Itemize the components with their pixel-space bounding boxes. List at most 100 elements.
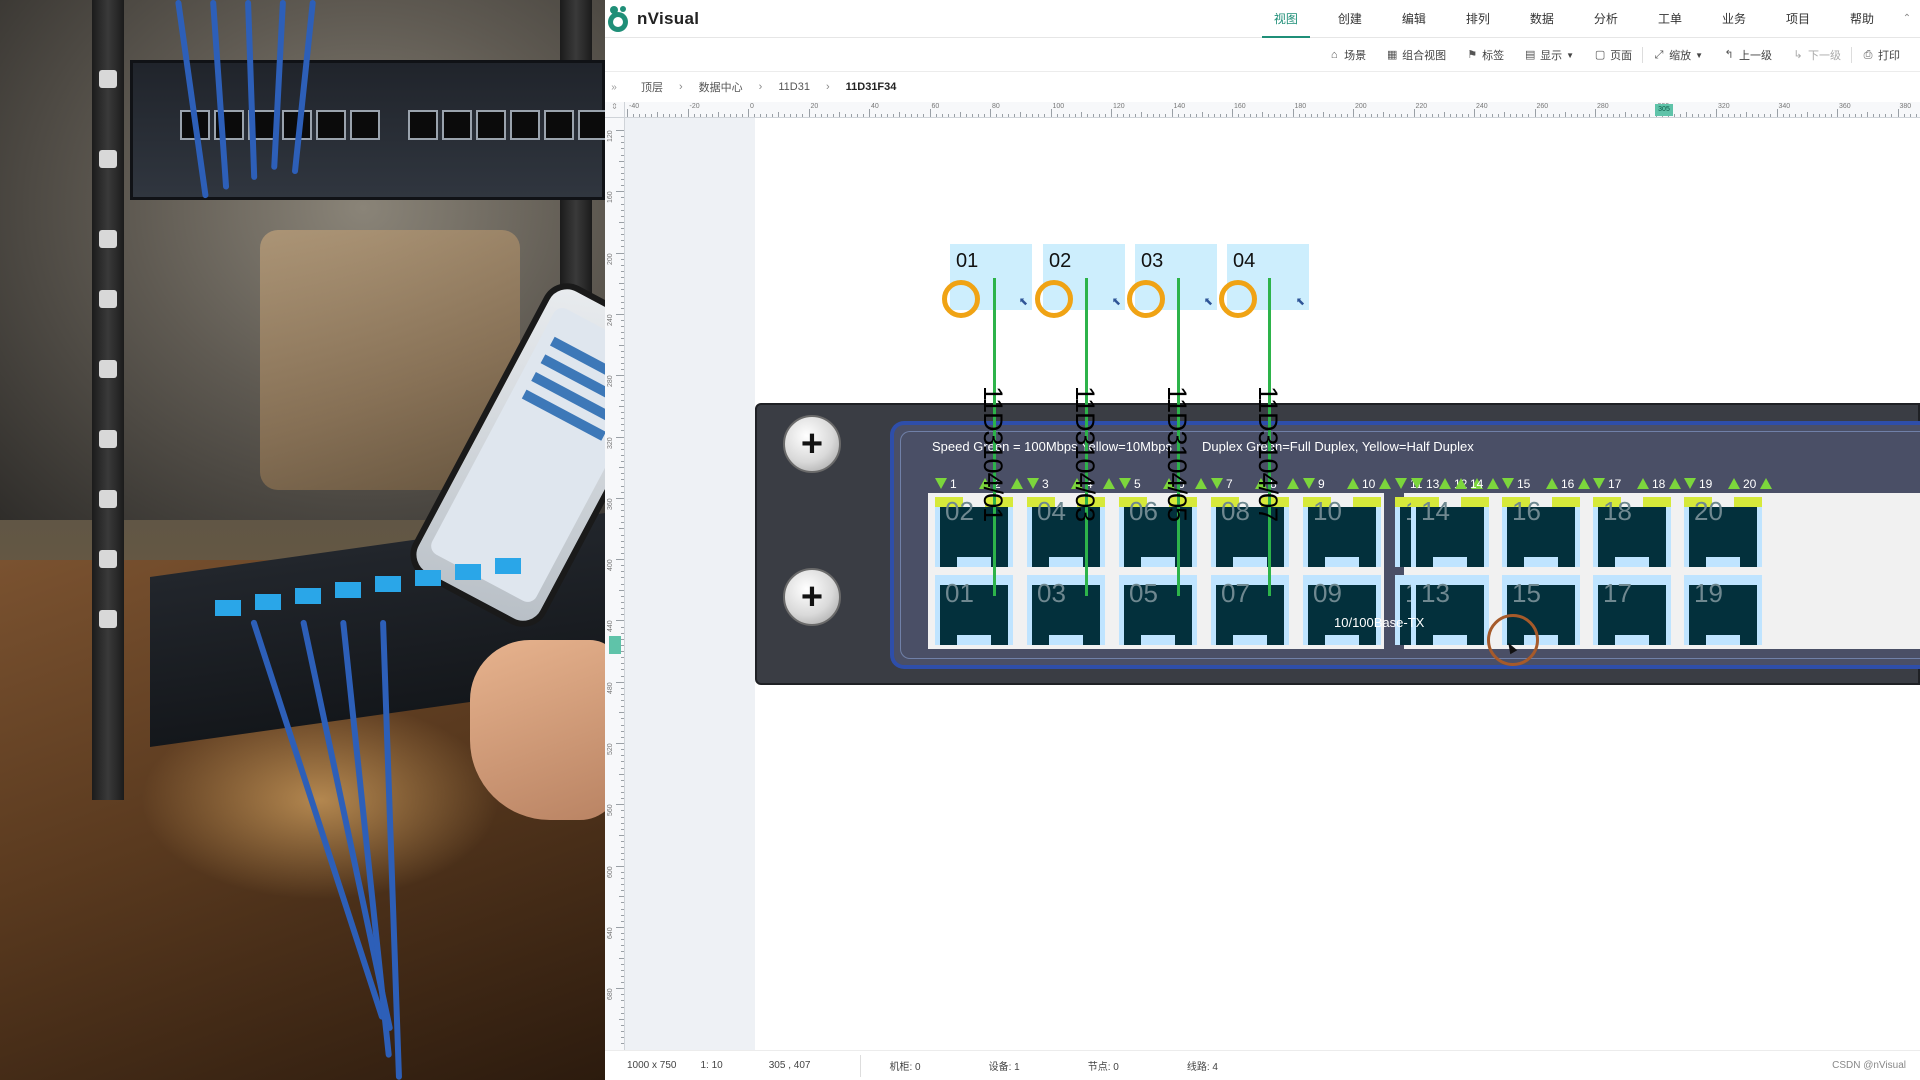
display-icon: ▤ bbox=[1524, 49, 1536, 61]
ruler-tick bbox=[723, 114, 725, 117]
status-triangle-icon bbox=[1287, 478, 1299, 489]
rj45-port-03[interactable]: 03 bbox=[1027, 575, 1105, 645]
toolbar: ⌂ 场景 ▦ 组合视图 ⚑ 标签 ▤ 显示 ▼ ▢ 页面 ⤢ 缩放 ▼ ↰ 上一级 ↳ 下一级 ⎙ 打印 bbox=[605, 38, 1920, 72]
toolbar-combined-view-button[interactable]: ▦ 组合视图 bbox=[1376, 38, 1456, 72]
patch-label-number: 01 bbox=[956, 250, 979, 272]
patch-port-ring[interactable] bbox=[1127, 280, 1165, 318]
status-devices: 设备: 1 bbox=[988, 1062, 1020, 1073]
ruler-tick bbox=[929, 109, 931, 117]
ruler-tick bbox=[887, 114, 889, 117]
photo-hand bbox=[470, 640, 605, 820]
diagram-page[interactable]: 01 ⬉ 02 ⬉ 03 ⬉ 04 ⬉ Speed Green = 100Mbps Yello… bbox=[755, 118, 1920, 1050]
ruler-tick bbox=[1280, 114, 1282, 117]
ruler-tick bbox=[735, 114, 737, 117]
diagram-canvas[interactable]: 01 ⬉ 02 ⬉ 03 ⬉ 04 ⬉ Speed Green = 100Mbps Yello… bbox=[625, 118, 1920, 1050]
rj45-port-14[interactable]: 14 bbox=[1411, 497, 1489, 567]
toolbar-display-button[interactable]: ▤ 显示 ▼ bbox=[1514, 38, 1584, 72]
ruler-tick bbox=[616, 191, 624, 193]
ruler-tick bbox=[1806, 112, 1808, 117]
ruler-toggle-icon: ⇕ bbox=[611, 102, 618, 111]
rj45-port-09[interactable]: 09 bbox=[1303, 575, 1381, 645]
rj45-port-19[interactable]: 19 bbox=[1684, 575, 1762, 645]
ruler-label: 80 bbox=[992, 103, 1000, 110]
toolbar-level-up-button[interactable]: ↰ 上一级 bbox=[1713, 38, 1782, 72]
photo-led bbox=[295, 588, 321, 604]
toolbar-print-button[interactable]: ⎙ 打印 bbox=[1852, 38, 1910, 72]
breadcrumb-item[interactable]: 数据中心 bbox=[699, 79, 743, 95]
menu-item-1[interactable]: 创建 bbox=[1318, 0, 1382, 38]
rj45-port-01[interactable]: 01 bbox=[935, 575, 1013, 645]
menu-item-6[interactable]: 工单 bbox=[1638, 0, 1702, 38]
ruler-tick bbox=[621, 332, 624, 334]
status-lines: 线路: 4 bbox=[1186, 1062, 1218, 1073]
menu-item-5[interactable]: 分析 bbox=[1574, 0, 1638, 38]
ruler-label: 120 bbox=[1113, 103, 1125, 110]
network-switch[interactable]: Speed Green = 100Mbps Yellow=10Mbps Dupl… bbox=[755, 403, 1920, 685]
toolbar-page-button[interactable]: ▢ 页面 bbox=[1584, 38, 1642, 72]
port-tab bbox=[957, 635, 991, 645]
ruler-tick bbox=[1413, 109, 1415, 117]
tag-icon: ⚑ bbox=[1467, 49, 1478, 61]
ruler-tick bbox=[621, 411, 624, 413]
ruler-tick bbox=[923, 114, 925, 117]
port-label: 05 bbox=[1129, 578, 1158, 608]
ruler-tick bbox=[959, 112, 961, 117]
rj45-port-17[interactable]: 17 bbox=[1593, 575, 1671, 645]
rack-hole bbox=[99, 150, 117, 168]
ruler-tick bbox=[621, 792, 624, 794]
ruler-tick bbox=[621, 362, 624, 364]
menu-item-4[interactable]: 数据 bbox=[1510, 0, 1574, 38]
menu-item-7[interactable]: 业务 bbox=[1702, 0, 1766, 38]
patch-port-ring[interactable] bbox=[1035, 280, 1073, 318]
breadcrumb-item[interactable]: 顶层 bbox=[641, 79, 663, 95]
breadcrumb-separator-icon: › bbox=[679, 81, 683, 93]
rj45-port-20[interactable]: 20 bbox=[1684, 497, 1762, 567]
status-coords: 305 , 407 bbox=[768, 1060, 811, 1071]
patch-port-ring[interactable] bbox=[942, 280, 980, 318]
ruler-tick bbox=[1244, 114, 1246, 117]
toolbar-scene-button[interactable]: ⌂ 场景 bbox=[1318, 38, 1376, 72]
menu-item-2[interactable]: 编辑 bbox=[1382, 0, 1446, 38]
breadcrumb-item[interactable]: 11D31 bbox=[778, 81, 810, 93]
port-tab bbox=[1049, 635, 1083, 645]
rj45-port-05[interactable]: 05 bbox=[1119, 575, 1197, 645]
toolbar-zoom-button[interactable]: ⤢ 缩放 ▼ bbox=[1643, 38, 1713, 72]
rj45-port-18[interactable]: 18 bbox=[1593, 497, 1671, 567]
menu-item-8[interactable]: 项目 bbox=[1766, 0, 1830, 38]
ruler-tick bbox=[621, 448, 624, 450]
ruler-tick bbox=[616, 681, 624, 683]
menu-item-9[interactable]: 帮助 bbox=[1830, 0, 1894, 38]
ruler-tick bbox=[1340, 114, 1342, 117]
ruler-tick bbox=[621, 779, 624, 781]
rj45-port-13[interactable]: 13 bbox=[1411, 575, 1489, 645]
ruler-corner[interactable]: ⇕ bbox=[605, 102, 625, 118]
ruler-tick bbox=[1123, 114, 1125, 117]
link-icon: ⬉ bbox=[1111, 296, 1121, 308]
patch-port-ring[interactable] bbox=[1219, 280, 1257, 318]
ruler-label: 20 bbox=[810, 103, 819, 110]
ruler-tick bbox=[621, 730, 624, 732]
ruler-tick bbox=[616, 375, 624, 377]
expand-sidebar-icon[interactable]: » bbox=[605, 82, 623, 93]
ruler-tick bbox=[621, 228, 624, 230]
rj45-port-10[interactable]: 10 bbox=[1303, 497, 1381, 567]
ruler-tick bbox=[778, 112, 780, 117]
rack-hole bbox=[99, 550, 117, 568]
toolbar-tag-button[interactable]: ⚑ 标签 bbox=[1456, 38, 1514, 72]
ruler-tick bbox=[621, 461, 624, 463]
ruler-tick bbox=[1014, 114, 1016, 117]
menu-item-0[interactable]: 视图 bbox=[1254, 0, 1318, 38]
ruler-tick bbox=[1443, 112, 1445, 117]
ruler-tick bbox=[621, 700, 624, 702]
ruler-tick bbox=[621, 246, 624, 248]
ruler-tick bbox=[1032, 114, 1034, 117]
ruler-tick bbox=[621, 338, 624, 340]
port-label: 15 bbox=[1512, 578, 1541, 608]
rj45-port-16[interactable]: 16 bbox=[1502, 497, 1580, 567]
photo-port bbox=[544, 110, 574, 140]
menu-item-3[interactable]: 排列 bbox=[1446, 0, 1510, 38]
collapse-menu-icon[interactable]: ⌃ bbox=[1894, 0, 1920, 38]
ruler-tick bbox=[893, 114, 895, 117]
ruler-tick bbox=[1401, 114, 1403, 117]
rj45-port-07[interactable]: 07 bbox=[1211, 575, 1289, 645]
